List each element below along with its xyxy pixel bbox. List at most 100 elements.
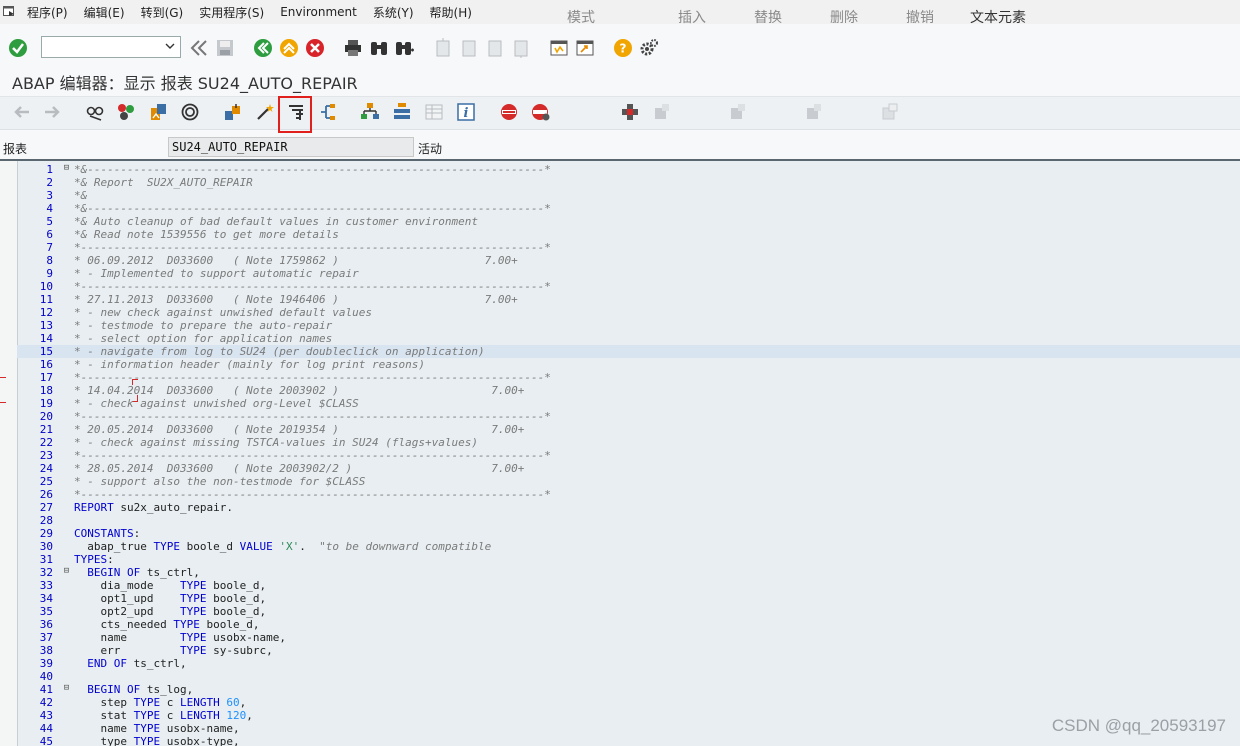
info-icon[interactable]: i bbox=[456, 102, 476, 122]
code-line[interactable]: 2 *& Report SU2X_AUTO_REPAIR bbox=[17, 176, 1240, 189]
insert-icon[interactable] bbox=[652, 102, 672, 122]
code-line[interactable]: 11 * 27.11.2013 D033600 ( Note 1946406 ) … bbox=[17, 293, 1240, 306]
menu-item[interactable]: Environment bbox=[275, 5, 362, 19]
code-line[interactable]: 37 name TYPE usobx-name, bbox=[17, 631, 1240, 644]
next-page-icon[interactable] bbox=[485, 38, 505, 58]
object-list-icon[interactable] bbox=[223, 102, 243, 122]
first-page-icon[interactable] bbox=[433, 38, 453, 58]
code-line[interactable]: 7 *--------------------------------------… bbox=[17, 241, 1240, 254]
code-line[interactable]: 33 dia_mode TYPE boole_d, bbox=[17, 579, 1240, 592]
replace-label[interactable]: 替换 bbox=[754, 7, 782, 27]
code-line[interactable]: 45 type TYPE usobx-type, bbox=[17, 735, 1240, 746]
code-line[interactable]: 41 ⊟ BEGIN OF ts_log, bbox=[17, 683, 1240, 696]
new-session-icon[interactable] bbox=[549, 38, 569, 58]
back-double-icon[interactable] bbox=[189, 38, 209, 58]
settings-icon[interactable] bbox=[639, 38, 659, 58]
code-line[interactable]: 28 bbox=[17, 514, 1240, 527]
code-line[interactable]: 40 bbox=[17, 670, 1240, 683]
last-page-icon[interactable] bbox=[511, 38, 531, 58]
print-icon[interactable] bbox=[343, 38, 363, 58]
code-line[interactable]: 29 CONSTANTS: bbox=[17, 527, 1240, 540]
code-line[interactable]: 39 END OF ts_ctrl, bbox=[17, 657, 1240, 670]
code-line[interactable]: 31 TYPES: bbox=[17, 553, 1240, 566]
delete-label[interactable]: 删除 bbox=[830, 7, 858, 27]
menu-item[interactable]: 编辑(E) bbox=[79, 4, 130, 21]
menu-item[interactable]: 转到(G) bbox=[136, 4, 189, 21]
hierarchy-icon[interactable] bbox=[360, 102, 380, 122]
pattern-wand-icon[interactable] bbox=[255, 102, 275, 122]
insert-label[interactable]: 插入 bbox=[678, 7, 706, 27]
menu-icon[interactable] bbox=[3, 5, 15, 17]
command-input[interactable] bbox=[44, 38, 166, 58]
code-line[interactable]: 1 ⊟ *&------------------------------------… bbox=[17, 163, 1240, 176]
code-line[interactable]: 20 *-------------------------------------… bbox=[17, 410, 1240, 423]
pattern-icon[interactable] bbox=[620, 102, 640, 122]
code-line[interactable]: 5 *& Auto cleanup of bad default values i… bbox=[17, 215, 1240, 228]
code-line[interactable]: 13 * - testmode to prepare the auto-repai… bbox=[17, 319, 1240, 332]
report-name-field[interactable]: SU24_AUTO_REPAIR bbox=[168, 137, 414, 157]
display-change-icon[interactable] bbox=[85, 102, 105, 122]
code-line[interactable]: 27 REPORT su2x_auto_repair. bbox=[17, 501, 1240, 514]
chevron-down-icon[interactable] bbox=[164, 40, 176, 52]
find-icon[interactable] bbox=[369, 38, 389, 58]
code-line[interactable]: 38 err TYPE sy-subrc, bbox=[17, 644, 1240, 657]
other-object-icon[interactable] bbox=[116, 102, 136, 122]
code-line[interactable]: 16 * - information header (mainly for log… bbox=[17, 358, 1240, 371]
code-line[interactable]: 9 * - Implemented to support automatic re… bbox=[17, 267, 1240, 280]
code-line[interactable]: 10 *-------------------------------------… bbox=[17, 280, 1240, 293]
save-icon[interactable] bbox=[215, 38, 235, 58]
arrow-right-icon[interactable] bbox=[42, 102, 62, 122]
fold-toggle-icon[interactable]: ⊟ bbox=[62, 567, 71, 576]
prev-page-icon[interactable] bbox=[459, 38, 479, 58]
code-line[interactable]: 19 * - check against unwished org-Level $… bbox=[17, 397, 1240, 410]
code-line[interactable]: 12 * - new check against unwished default… bbox=[17, 306, 1240, 319]
menu-item[interactable]: 帮助(H) bbox=[425, 4, 477, 21]
cancel-icon[interactable] bbox=[305, 38, 325, 58]
code-line[interactable]: 3 *& bbox=[17, 189, 1240, 202]
menu-item[interactable]: 实用程序(S) bbox=[194, 4, 269, 21]
code-line[interactable]: 14 * - select option for application name… bbox=[17, 332, 1240, 345]
breakpoint-icon[interactable] bbox=[499, 102, 519, 122]
command-field[interactable] bbox=[41, 36, 181, 58]
help-icon[interactable]: ? bbox=[613, 38, 633, 58]
undo-label[interactable]: 撤销 bbox=[906, 7, 934, 27]
external-breakpoint-icon[interactable] bbox=[531, 102, 551, 122]
activate-icon[interactable] bbox=[148, 102, 168, 122]
code-line[interactable]: 26 *-------------------------------------… bbox=[17, 488, 1240, 501]
arrow-left-icon[interactable] bbox=[12, 102, 32, 122]
menu-item[interactable]: 程序(P) bbox=[22, 4, 73, 21]
code-line[interactable]: 8 * 06.09.2012 D033600 ( Note 1759862 ) 7… bbox=[17, 254, 1240, 267]
split-screen-icon[interactable] bbox=[318, 102, 338, 122]
code-line[interactable]: 22 * - check against missing TSTCA-values… bbox=[17, 436, 1240, 449]
table-icon[interactable] bbox=[424, 102, 444, 122]
code-line[interactable]: 15 * - navigate from log to SU24 (per dou… bbox=[17, 345, 1240, 358]
code-line[interactable]: 42 step TYPE c LENGTH 60, bbox=[17, 696, 1240, 709]
code-line[interactable]: 21 * 20.05.2014 D033600 ( Note 2019354 ) … bbox=[17, 423, 1240, 436]
code-line[interactable]: 32 ⊟ BEGIN OF ts_ctrl, bbox=[17, 566, 1240, 579]
delete-icon[interactable] bbox=[804, 102, 824, 122]
code-editor[interactable]: 1 ⊟ *&------------------------------------… bbox=[0, 159, 1240, 746]
code-line[interactable]: 25 * - support also the non-testmode for … bbox=[17, 475, 1240, 488]
code-line[interactable]: 34 opt1_upd TYPE boole_d, bbox=[17, 592, 1240, 605]
shortcut-icon[interactable] bbox=[575, 38, 595, 58]
text-elements-button[interactable]: 文本元素 bbox=[970, 7, 1026, 27]
enter-icon[interactable] bbox=[8, 38, 28, 58]
code-line[interactable]: 4 *&-------------------------------------… bbox=[17, 202, 1240, 215]
back-icon[interactable] bbox=[253, 38, 273, 58]
undo-icon[interactable] bbox=[880, 102, 900, 122]
code-line[interactable]: 6 *& Read note 1539556 to get more detail… bbox=[17, 228, 1240, 241]
find-next-icon[interactable] bbox=[395, 38, 415, 58]
stack-icon[interactable] bbox=[392, 102, 412, 122]
fold-toggle-icon[interactable]: ⊟ bbox=[62, 164, 71, 173]
code-line[interactable]: 36 cts_needed TYPE boole_d, bbox=[17, 618, 1240, 631]
exit-icon[interactable] bbox=[279, 38, 299, 58]
code-line[interactable]: 24 * 28.05.2014 D033600 ( Note 2003902/2 … bbox=[17, 462, 1240, 475]
fold-toggle-icon[interactable]: ⊟ bbox=[62, 684, 71, 693]
mode-label[interactable]: 模式 bbox=[567, 7, 595, 27]
code-line[interactable]: 35 opt2_upd TYPE boole_d, bbox=[17, 605, 1240, 618]
replace-icon[interactable] bbox=[728, 102, 748, 122]
code-line[interactable]: 30 abap_true TYPE boole_d VALUE 'X'. "to… bbox=[17, 540, 1240, 553]
code-line[interactable]: 23 *-------------------------------------… bbox=[17, 449, 1240, 462]
menu-item[interactable]: 系统(Y) bbox=[368, 4, 419, 21]
code-line[interactable]: 18 * 14.04.2014 D033600 ( Note 2003902 ) … bbox=[17, 384, 1240, 397]
